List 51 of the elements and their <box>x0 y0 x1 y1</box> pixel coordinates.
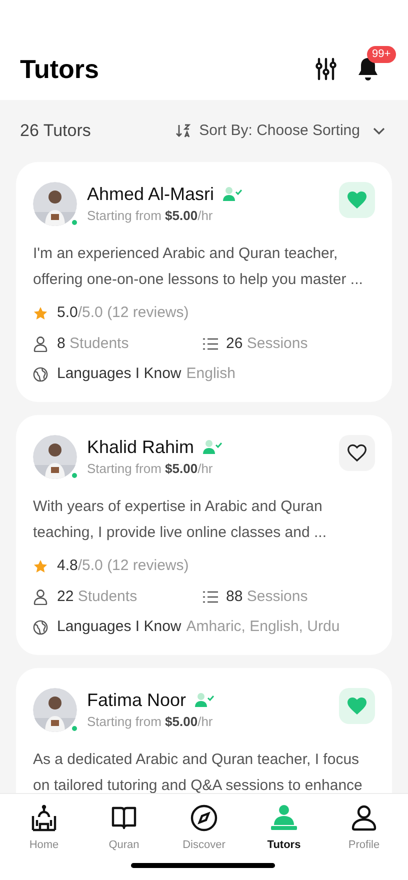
languages-text: English <box>186 364 236 384</box>
tutor-name: Fatima Noor <box>87 689 186 711</box>
star-icon <box>33 306 48 320</box>
students-text: 8 Students <box>57 334 129 354</box>
sessions-text: 88 Sessions <box>226 586 308 607</box>
sessions-text: 26 Sessions <box>226 334 308 354</box>
book-icon <box>110 804 138 832</box>
languages-label: Languages I Know <box>57 364 182 384</box>
teacher-icon <box>269 804 299 832</box>
nav-tab[interactable]: Profile <box>329 804 399 851</box>
heart-icon <box>347 191 367 209</box>
notification-bell-icon[interactable] <box>356 56 380 82</box>
tutor-bio: With years of expertise in Arabic and Quran teaching, I provide live online classes and ... <box>33 497 328 543</box>
list-icon <box>203 338 218 350</box>
person-icon <box>33 336 48 352</box>
rating-text: 4.8/5.0 (12 reviews) <box>57 556 189 576</box>
tutor-count: 26 Tutors <box>20 120 91 142</box>
page-title: Tutors <box>20 56 99 82</box>
heart-outline-icon <box>347 444 367 462</box>
tutor-bio: As a dedicated Arabic and Quran teacher, I focus on tailored tutoring and Q&A sessions to enhance <box>33 750 364 796</box>
mosque-icon <box>30 804 58 832</box>
price-text: Starting from $5.00/hr <box>87 713 214 731</box>
profile-icon <box>350 804 378 832</box>
compass-icon <box>190 804 218 832</box>
nav-tab[interactable]: Quran <box>89 804 159 851</box>
person-icon <box>33 589 48 605</box>
sort-icon <box>175 123 192 139</box>
heart-icon <box>347 697 367 715</box>
verified-user-icon <box>202 439 222 455</box>
price-text: Starting from $5.00/hr <box>87 460 214 478</box>
nav-tab[interactable]: Tutors <box>249 804 319 851</box>
list-icon <box>203 591 218 603</box>
globe-icon <box>33 366 48 382</box>
sort-dropdown[interactable]: Sort By: Choose Sorting <box>175 120 388 142</box>
languages-label: Languages I Know <box>57 616 182 637</box>
verified-user-icon <box>222 186 242 202</box>
notification-badge: 99+ <box>367 46 396 63</box>
nav-tab[interactable]: Home <box>9 804 79 851</box>
rating-text: 5.0/5.0 (12 reviews) <box>57 302 189 323</box>
star-icon <box>33 558 48 574</box>
tutor-bio: I'm an experienced Arabic and Quran teacher, offering one-on-one lessons to help you master ... <box>33 244 364 290</box>
tutor-name: Khalid Rahim <box>87 436 194 458</box>
favorite-button[interactable] <box>339 435 375 471</box>
filter-icon[interactable] <box>314 57 338 81</box>
students-text: 22 Students <box>57 586 138 607</box>
verified-user-icon <box>194 692 214 708</box>
price-text: Starting from $5.00/hr <box>87 207 214 225</box>
languages-text: Amharic, English, Urdu <box>186 616 340 637</box>
nav-tab[interactable]: Discover <box>169 804 239 851</box>
tutor-name: Ahmed Al-Masri <box>87 183 214 205</box>
globe-icon <box>33 620 48 634</box>
